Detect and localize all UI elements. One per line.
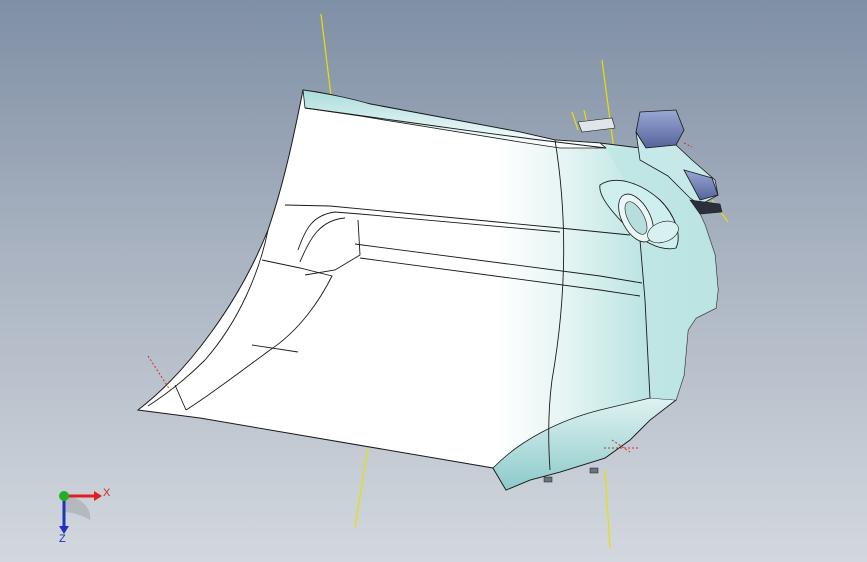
z-axis-label: Z bbox=[59, 533, 66, 545]
reference-axis-small-1 bbox=[571, 111, 579, 131]
fixture-top-housing[interactable] bbox=[635, 109, 685, 149]
cad-graphics-viewport[interactable]: X Z bbox=[0, 0, 867, 562]
reference-axis-top-left bbox=[320, 13, 332, 97]
reference-axis-top-right bbox=[601, 59, 615, 151]
coordinate-triad: X Z bbox=[40, 478, 120, 553]
reference-axis-bottom-left bbox=[354, 447, 369, 528]
fixture-bracket[interactable] bbox=[577, 117, 616, 133]
y-axis-dot bbox=[59, 491, 69, 501]
x-axis-label: X bbox=[103, 487, 111, 499]
car-body-panel-model[interactable] bbox=[0, 0, 867, 562]
reference-axis-bottom-right bbox=[604, 469, 611, 549]
panel-surface[interactable] bbox=[136, 89, 719, 491]
